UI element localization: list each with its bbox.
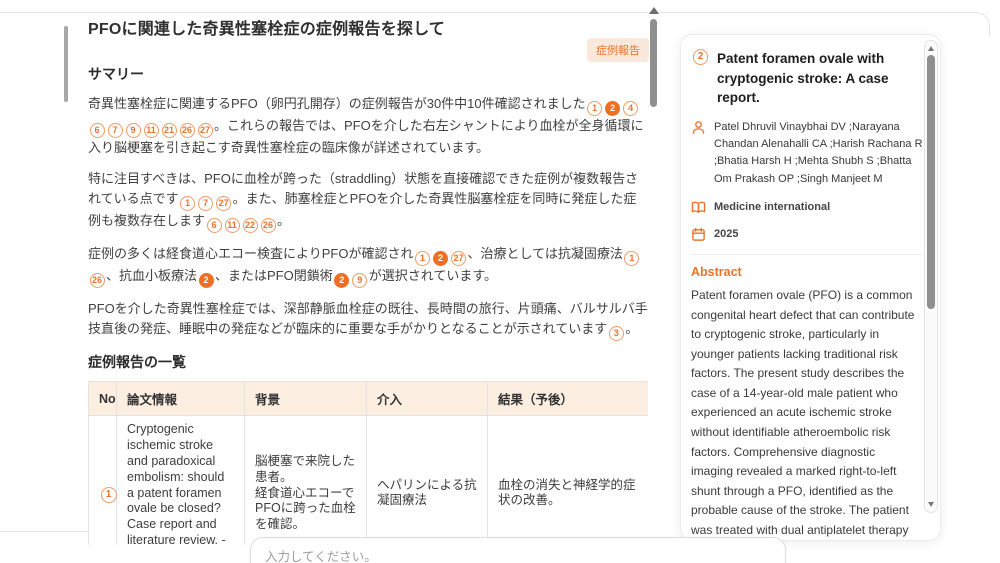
paragraph-text: PFOを介した奇異性塞栓症では、深部静脈血栓症の既往、長時間の旅行、片頭痛、バル…: [88, 301, 648, 336]
citation-chip[interactable]: 27: [197, 123, 213, 138]
citation-chip[interactable]: 7: [107, 123, 123, 138]
citation-chip[interactable]: 11: [224, 218, 240, 233]
citation-chip[interactable]: 26: [89, 273, 105, 288]
case-list-heading: 症例報告の一覧: [88, 354, 186, 370]
citation-chip[interactable]: 6: [206, 218, 222, 233]
paper-year: 2025: [714, 228, 739, 241]
left-scrollbar-thumb[interactable]: [64, 26, 68, 102]
paper-journal: Medicine international: [714, 201, 831, 214]
citation-chip[interactable]: 27: [216, 196, 232, 211]
paragraph-text: 、抗血小板療法: [106, 268, 198, 283]
paper-detail-card: 2 Patent foramen ovale with cryptogenic …: [680, 34, 941, 541]
table-row[interactable]: 1 Cryptogenic ischemic stroke and paradox…: [88, 415, 648, 545]
paragraph-text: 。: [625, 321, 639, 336]
year-row: 2025: [691, 226, 928, 242]
report-type-badge[interactable]: 症例報告: [587, 38, 649, 62]
column-header: 背景: [244, 381, 367, 416]
cell-paper: Cryptogenic ischemic stroke and paradoxi…: [116, 415, 245, 545]
paper-header: 2 Patent foramen ovale with cryptogenic …: [691, 49, 928, 108]
year-icon: [692, 227, 705, 242]
cell-background: 脳梗塞で来院した患者。 経食道心エコーでPFOに跨った血栓を確認。: [244, 415, 367, 545]
column-header: No: [88, 381, 117, 416]
citation-chip[interactable]: 26: [260, 218, 276, 233]
journal-icon: [691, 201, 706, 214]
chat-input-bar: [250, 537, 786, 563]
paragraph-text: 。: [277, 213, 291, 228]
citation-chip[interactable]: 26: [179, 123, 195, 138]
case-report-table: No 論文情報 背景 介入 結果（予後） 1 Cryptogenic ischemic s…: [88, 381, 648, 545]
citation-chip[interactable]: 1: [414, 251, 430, 266]
citation-chip[interactable]: 1: [624, 251, 640, 266]
chat-input[interactable]: [250, 537, 786, 563]
summary-paragraph: 奇異性塞栓症に関連するPFO（卵円孔開存）の症例報告が30件中10件確認されまし…: [88, 94, 648, 158]
cell-result: 血栓の消失と神経学的症状の改善。: [487, 415, 648, 545]
chat-panel-bottom-border: [0, 531, 88, 532]
scroll-up-icon[interactable]: [649, 7, 659, 14]
table-header-row: No 論文情報 背景 介入 結果（予後）: [88, 381, 648, 416]
abstract-text: Patent foramen ovale (PFO) is a common c…: [691, 288, 915, 537]
citation-chip[interactable]: 2: [334, 273, 350, 288]
citation-chip[interactable]: 9: [125, 123, 141, 138]
summary-heading: サマリー: [88, 66, 144, 82]
card-scroll-down-icon[interactable]: [928, 502, 934, 507]
abstract-label: Abstract: [691, 265, 742, 280]
citation-chip[interactable]: 1: [587, 101, 603, 116]
citation-chip[interactable]: 7: [198, 196, 214, 211]
column-header: 介入: [366, 381, 488, 416]
citation-chip[interactable]: 4: [623, 101, 639, 116]
paper-number-chip[interactable]: 2: [692, 49, 709, 65]
citation-chip[interactable]: 1: [180, 196, 196, 211]
main-scrollbar-thumb[interactable]: [650, 19, 657, 107]
row-number-chip[interactable]: 1: [100, 487, 117, 504]
citation-chip[interactable]: 11: [143, 123, 159, 138]
card-scrollbar-thumb[interactable]: [927, 55, 935, 309]
query-title: PFOに関連した奇異性塞栓症の症例報告を探して: [88, 21, 446, 38]
app-window: PFOに関連した奇異性塞栓症の症例報告を探して 症例報告 サマリー 奇異性塞栓症…: [0, 0, 1000, 563]
paper-title: Patent foramen ovale with cryptogenic st…: [716, 51, 889, 106]
summary-paragraphs: 奇異性塞栓症に関連するPFO（卵円孔開存）の症例報告が30件中10件確認されまし…: [88, 94, 648, 341]
citation-chip[interactable]: 2: [605, 101, 621, 116]
card-scroll-up-icon[interactable]: [928, 46, 934, 51]
paragraph-text: 、またはPFO閉鎖術: [215, 268, 333, 283]
citation-chip[interactable]: 6: [89, 123, 105, 138]
cell-intervention: ヘパリンによる抗凝固療法: [366, 415, 488, 545]
author-icon: [692, 120, 705, 134]
paragraph-text: が選択されています。: [368, 268, 498, 283]
citation-chip[interactable]: 9: [352, 273, 368, 288]
citation-chip[interactable]: 22: [242, 218, 258, 233]
paper-authors: Patel Dhruvil Vinaybhai DV ;Narayana Cha…: [714, 120, 923, 185]
authors-row: Patel Dhruvil Vinaybhai DV ;Narayana Cha…: [691, 119, 928, 189]
column-header: 論文情報: [116, 381, 245, 416]
citation-chip[interactable]: 3: [608, 326, 624, 341]
citation-chip[interactable]: 2: [432, 251, 448, 266]
column-header: 結果（予後）: [487, 381, 648, 416]
abstract-section: Abstract Patent foramen ovale (PFO) is a…: [691, 254, 928, 540]
paragraph-text: 、治療としては抗凝固療法: [467, 246, 623, 261]
journal-row: Medicine international: [691, 199, 928, 215]
paragraph-text: 奇異性塞栓症に関連するPFO（卵円孔開存）の症例報告が30件中10件確認されまし…: [88, 96, 586, 111]
cell-no: 1: [88, 415, 117, 545]
summary-paragraph: PFOを介した奇異性塞栓症では、深部静脈血栓症の既往、長時間の旅行、片頭痛、バル…: [88, 299, 648, 341]
answer-area: サマリー 奇異性塞栓症に関連するPFO（卵円孔開存）の症例報告が30件中10件確…: [88, 60, 648, 545]
summary-paragraph: 特に注目すべきは、PFOに血栓が跨った（straddling）状態を直接確認でき…: [88, 169, 648, 233]
paragraph-text: 症例の多くは経食道心エコー検査によりPFOが確認され: [88, 246, 414, 261]
citation-chip[interactable]: 27: [450, 251, 466, 266]
citation-chip[interactable]: 2: [198, 273, 214, 288]
summary-paragraph: 症例の多くは経食道心エコー検査によりPFOが確認され 1 2 27 、治療としては抗凝固…: [88, 244, 648, 288]
citation-chip[interactable]: 21: [161, 123, 177, 138]
